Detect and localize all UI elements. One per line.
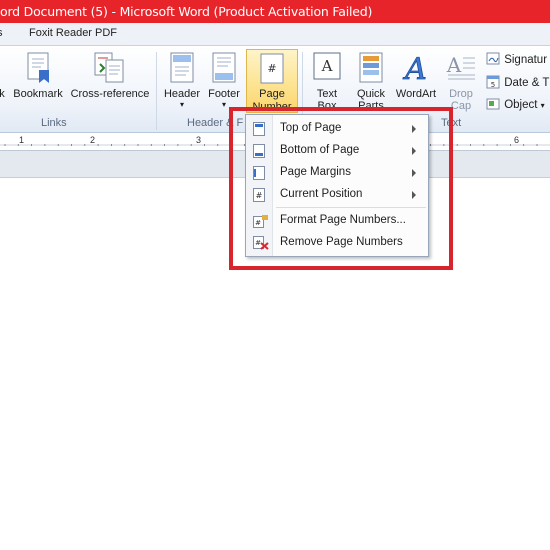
footer-icon (212, 52, 236, 83)
window-title: ord Document (5) - Microsoft Word (Produ… (0, 4, 373, 19)
partial-button[interactable]: k (0, 46, 8, 112)
date-time-button[interactable]: 5 Date & T (486, 75, 549, 89)
wordart-icon: A (402, 52, 427, 85)
page-number-button[interactable]: # Page Number (246, 49, 298, 113)
drop-cap-icon: A (446, 53, 475, 80)
svg-text:#: # (267, 62, 276, 75)
ruler-number: 2 (90, 135, 96, 145)
ribbon-tab-row: s Foxit Reader PDF (0, 23, 550, 46)
cross-reference-icon (94, 52, 124, 83)
ruler-number: 1 (19, 135, 25, 145)
svg-text:A: A (402, 52, 427, 85)
object-button[interactable]: Object ▾ (486, 97, 545, 111)
calendar-icon: 5 (486, 75, 500, 89)
wordart-label: WordArt (395, 88, 437, 100)
object-label: Object (504, 99, 538, 111)
group-separator (156, 52, 157, 130)
bookmark-button[interactable]: Bookmark (11, 46, 65, 112)
drop-cap-label-line1: Drop (449, 88, 473, 100)
date-time-label: Date & T (504, 77, 550, 89)
ruler-number: 6 (514, 135, 520, 145)
tab-foxit-reader-pdf[interactable]: Foxit Reader PDF (29, 27, 117, 39)
links-group-label: Links (41, 117, 67, 129)
signature-line-button[interactable]: Signatur (486, 52, 547, 66)
text-box-label-line1: Text (316, 88, 338, 100)
signature-icon (486, 52, 500, 65)
text-box-icon: A (313, 52, 341, 80)
object-icon (486, 98, 500, 110)
header-button[interactable]: Header ▾ (160, 46, 204, 112)
page-number-icon: # (260, 53, 284, 84)
text-box-button[interactable]: A Text Box (306, 46, 348, 112)
page-number-label-line1: Page (259, 88, 285, 100)
partial-button-label: k (0, 88, 5, 100)
drop-cap-button[interactable]: A Drop Cap (440, 46, 482, 112)
ruler-number: 3 (196, 135, 202, 145)
bookmark-label: Bookmark (13, 88, 63, 100)
chevron-down-icon: ▾ (179, 100, 184, 109)
quick-parts-icon (359, 52, 383, 83)
svg-text:A: A (446, 53, 462, 77)
footer-button[interactable]: Footer ▾ (203, 46, 245, 112)
svg-text:5: 5 (491, 81, 495, 89)
annotation-highlight-box (229, 107, 453, 270)
svg-text:A: A (321, 57, 333, 75)
chevron-down-icon: ▾ (540, 101, 545, 110)
quick-parts-button[interactable]: Quick Parts (350, 46, 392, 112)
footer-label: Footer (208, 88, 240, 100)
cross-reference-button[interactable]: Cross-reference (68, 46, 152, 112)
header-icon (170, 52, 194, 83)
quick-parts-label-line1: Quick (356, 88, 386, 100)
title-bar: ord Document (5) - Microsoft Word (Produ… (0, 0, 550, 23)
cross-reference-label: Cross-reference (70, 88, 150, 100)
bookmark-icon (27, 52, 49, 83)
header-label: Header (163, 88, 201, 100)
signature-line-label: Signatur (504, 54, 548, 66)
tab-partial[interactable]: s (0, 27, 3, 39)
wordart-button[interactable]: A WordArt (392, 46, 440, 112)
